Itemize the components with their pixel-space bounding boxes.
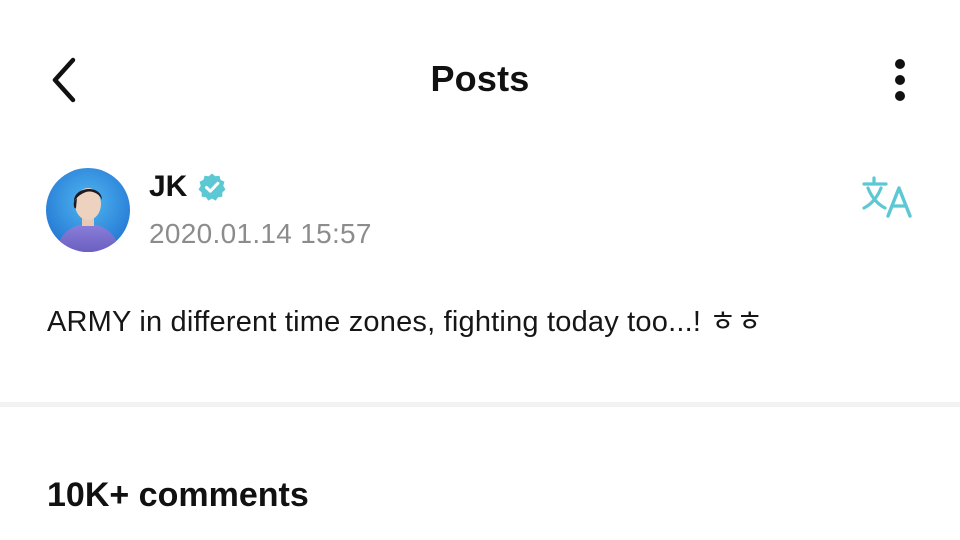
page-title: Posts [430,58,530,99]
more-options-button[interactable] [880,52,920,108]
section-divider [0,402,960,407]
post-timestamp: 2020.01.14 15:57 [149,218,372,249]
post-screen: Posts JK 2020.01.14 15:57 ARMY in differ… [0,0,960,540]
avatar[interactable] [46,168,130,252]
post-body-text: ARMY in different time zones, fighting t… [47,306,764,338]
verified-badge-icon [198,173,226,201]
translate-icon [862,176,912,218]
avatar-image [46,168,130,252]
comments-heading: 10K+ comments [47,476,309,514]
author-name[interactable]: JK [149,170,187,204]
translate-button[interactable] [862,172,916,220]
author-row: JK [149,170,227,204]
more-vertical-icon [895,59,905,101]
